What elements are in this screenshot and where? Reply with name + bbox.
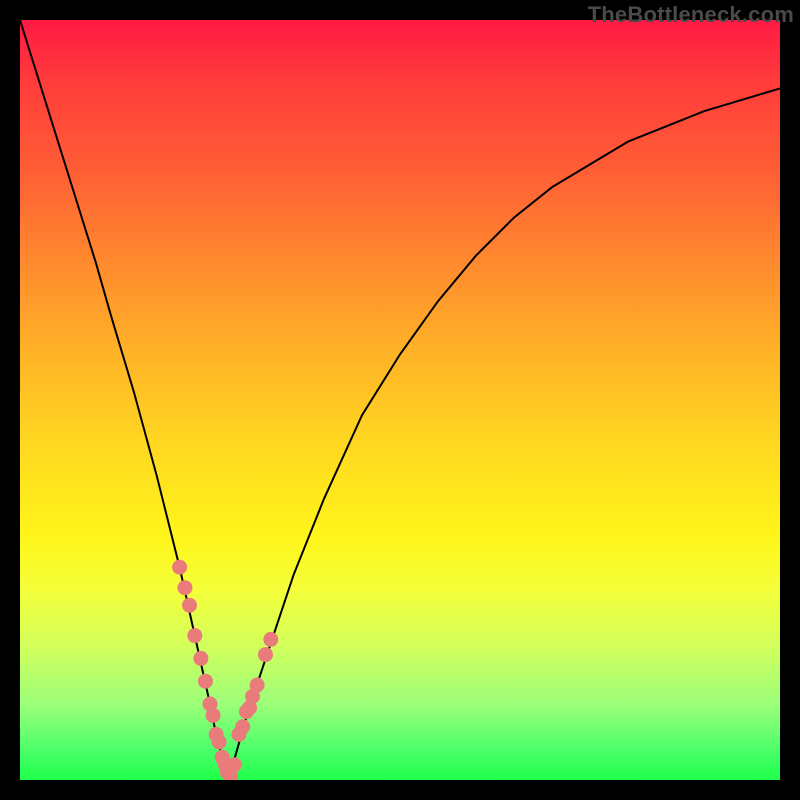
chart-frame: TheBottleneck.com xyxy=(0,0,800,800)
bottleneck-curve xyxy=(20,20,780,780)
marker-dot xyxy=(172,560,187,575)
marker-dot xyxy=(263,632,278,647)
marker-dot xyxy=(250,678,265,693)
marker-dot xyxy=(227,757,242,772)
marker-dot xyxy=(187,628,202,643)
marker-dot xyxy=(212,735,227,750)
marker-dot xyxy=(206,708,221,723)
marker-dot xyxy=(193,651,208,666)
marker-dot xyxy=(235,719,250,734)
marker-dot xyxy=(177,580,192,595)
marker-dot xyxy=(258,647,273,662)
chart-svg xyxy=(20,20,780,780)
marker-dot xyxy=(182,598,197,613)
marker-dot xyxy=(198,674,213,689)
